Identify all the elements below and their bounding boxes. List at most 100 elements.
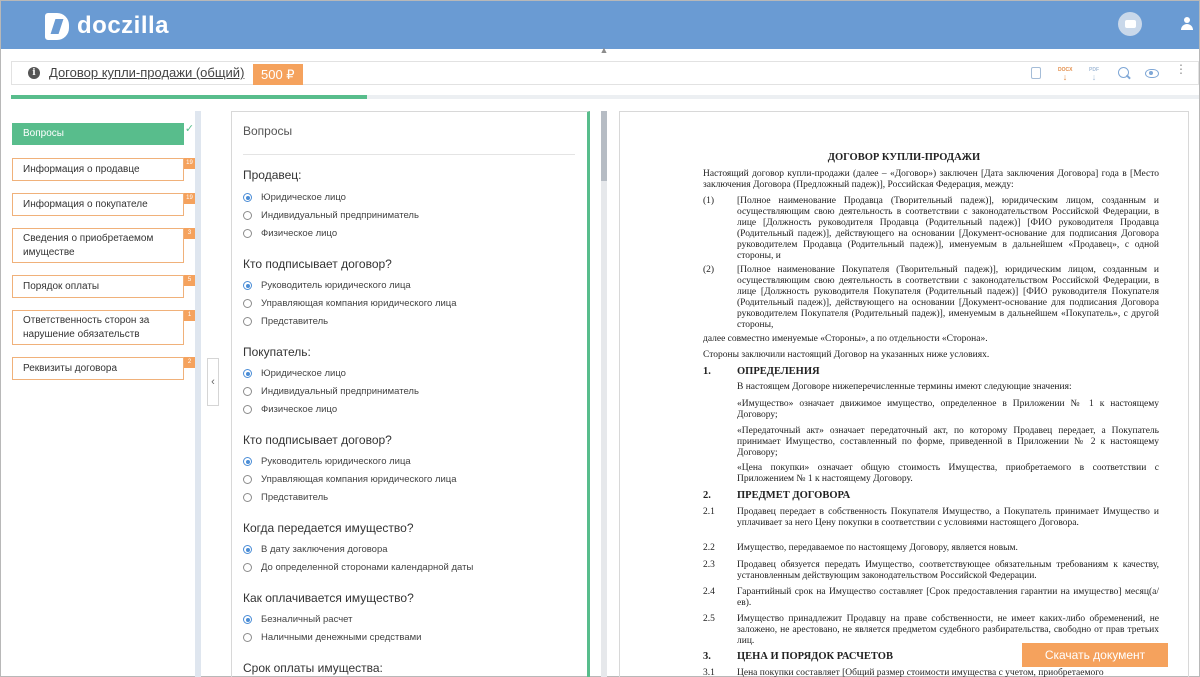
sidebar-item-badge: 5 (184, 275, 195, 286)
radio-option[interactable]: Юридическое лицо (243, 368, 346, 379)
radio-option[interactable]: Индивидуальный предприниматель (243, 210, 419, 221)
sidebar-item-questions[interactable]: Вопросы ✓ (12, 123, 194, 145)
document-title[interactable]: Договор купли-продажи (общий) (49, 65, 244, 80)
radio-option[interactable]: Физическое лицо (243, 404, 337, 415)
save-icon[interactable] (1031, 67, 1041, 79)
radio-icon[interactable] (243, 229, 252, 238)
radio-option[interactable]: Представитель (243, 492, 328, 503)
chat-icon[interactable] (1118, 12, 1142, 36)
radio-option[interactable]: Безналичный расчет (243, 614, 353, 625)
scrollbar-thumb[interactable] (601, 111, 607, 181)
doczilla-logo-icon (45, 12, 69, 40)
section-title: ПРЕДМЕТ ДОГОВОРА (737, 490, 851, 501)
clause-text: Продавец обязуется передать Имущество, с… (737, 560, 1159, 581)
radio-option[interactable]: Руководитель юридического лица (243, 280, 411, 291)
clause-number: 3.1 (703, 668, 715, 677)
party-number: (2) (703, 265, 715, 275)
document-paragraph: Стороны заключили настоящий Договор на у… (703, 350, 990, 360)
download-pdf-icon[interactable]: PDF (1087, 67, 1101, 81)
radio-option[interactable]: Юридическое лицо (243, 192, 346, 203)
document-header: i Договор купли-продажи (общий) 500 ₽ DO… (11, 61, 1199, 85)
radio-option[interactable]: Индивидуальный предприниматель (243, 386, 419, 397)
zoom-icon[interactable] (1118, 67, 1130, 79)
radio-icon[interactable] (243, 563, 252, 572)
radio-icon[interactable] (243, 457, 252, 466)
radio-option[interactable]: Руководитель юридического лица (243, 456, 411, 467)
sidebar-item-badge: 1 (184, 310, 195, 321)
radio-icon[interactable] (243, 633, 252, 642)
radio-option[interactable]: Управляющая компания юридического лица (243, 474, 457, 485)
radio-option[interactable]: Наличными денежными средствами (243, 632, 421, 643)
questions-panel: Вопросы Продавец: Юридическое лицо Индив… (231, 111, 590, 677)
radio-option[interactable]: До определенной сторонами календарной да… (243, 562, 473, 573)
progress-fill (11, 95, 368, 99)
radio-icon[interactable] (243, 475, 252, 484)
radio-icon[interactable] (243, 369, 252, 378)
document-paragraph: В настоящем Договоре нижеперечисленные т… (737, 382, 1072, 392)
document-intro: Настоящий договор купли-продажи (далее –… (703, 169, 1159, 190)
sidebar-item-property[interactable]: Сведения о приобретаемом имуществе 3 (12, 228, 195, 263)
party-text: [Полное наименование Покупателя (Творите… (737, 265, 1159, 330)
logo[interactable]: doczilla (45, 12, 169, 40)
radio-icon[interactable] (243, 615, 252, 624)
user-icon[interactable] (1181, 17, 1193, 31)
section-number: 2. (703, 490, 711, 501)
sidebar-item-seller[interactable]: Информация о продавце 19 (12, 158, 195, 181)
preview-eye-icon[interactable] (1145, 69, 1159, 78)
pin-icon[interactable]: ▲ (599, 46, 609, 55)
download-docx-icon[interactable]: DOCX (1058, 67, 1072, 81)
radio-icon[interactable] (243, 545, 252, 554)
document-paragraph: «Передаточный акт» означает передаточный… (737, 426, 1159, 458)
radio-option[interactable]: Физическое лицо (243, 228, 337, 239)
collapse-sidebar-button[interactable]: ‹ (207, 358, 219, 406)
radio-icon[interactable] (243, 317, 252, 326)
sidebar-item-payment[interactable]: Порядок оплаты 5 (12, 275, 195, 298)
sidebar-item-label: Сведения о приобретаемом имуществе (23, 232, 154, 258)
price-badge: 500 ₽ (253, 64, 303, 85)
sidebar: Вопросы ✓ Информация о продавце 19 Инфор… (11, 111, 201, 677)
radio-icon[interactable] (243, 211, 252, 220)
sidebar-item-buyer[interactable]: Информация о покупателе 19 (12, 193, 195, 216)
radio-icon[interactable] (243, 387, 252, 396)
radio-icon[interactable] (243, 281, 252, 290)
sidebar-item-liability[interactable]: Ответственность сторон за нарушение обяз… (12, 310, 195, 345)
question-title: Когда передается имущество? (243, 521, 414, 535)
clause-text: Гарантийный срок на Имущество составляет… (737, 587, 1159, 608)
document-paragraph: «Цена покупки» означает общую стоимость … (737, 463, 1159, 484)
sidebar-item-badge: 19 (184, 158, 195, 169)
clause-number: 2.5 (703, 614, 715, 624)
info-icon[interactable]: i (28, 67, 40, 79)
sidebar-item-badge: 19 (184, 193, 195, 204)
sidebar-item-label: Вопросы (23, 128, 64, 139)
question-title: Срок оплаты имущества: (243, 661, 383, 675)
top-bar: doczilla (1, 1, 1199, 49)
radio-option[interactable]: Представитель (243, 316, 328, 327)
radio-icon[interactable] (243, 299, 252, 308)
question-title: Продавец: (243, 168, 302, 182)
section-number: 1. (703, 366, 711, 377)
question-title: Покупатель: (243, 345, 311, 359)
radio-option[interactable]: В дату заключения договора (243, 544, 388, 555)
clause-number: 2.1 (703, 507, 715, 517)
sidebar-item-label: Реквизиты договора (23, 362, 118, 374)
radio-icon[interactable] (243, 493, 252, 502)
clause-text: Имущество, передаваемое по настоящему До… (737, 543, 1018, 553)
clause-text: Продавец передает в собственность Покупа… (737, 507, 1159, 528)
brand-name: doczilla (77, 12, 170, 39)
question-title: Кто подписывает договор? (243, 433, 392, 447)
sidebar-item-label: Ответственность сторон за нарушение обяз… (23, 314, 150, 340)
more-menu-icon[interactable]: ⋮ (1175, 63, 1187, 81)
clause-number: 2.2 (703, 543, 715, 553)
radio-icon[interactable] (243, 193, 252, 202)
sidebar-item-requisites[interactable]: Реквизиты договора 2 (12, 357, 195, 380)
question-title: Кто подписывает договор? (243, 257, 392, 271)
radio-icon[interactable] (243, 405, 252, 414)
radio-option[interactable]: Управляющая компания юридического лица (243, 298, 457, 309)
check-icon: ✓ (184, 123, 195, 135)
document-paragraph: «Имущество» означает движимое имущество,… (737, 399, 1159, 420)
document-heading: ДОГОВОР КУПЛИ-ПРОДАЖИ (827, 152, 981, 163)
clause-text: Цена покупки составляет [Общий размер ст… (737, 668, 1104, 677)
question-title: Как оплачивается имущество? (243, 591, 414, 605)
scrollbar[interactable] (601, 111, 607, 677)
download-document-button[interactable]: Скачать документ (1022, 643, 1168, 667)
